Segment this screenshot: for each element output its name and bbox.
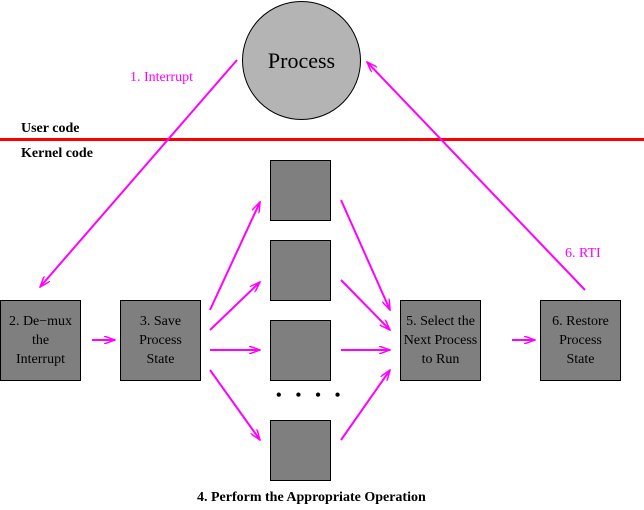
arrows-layer: [0, 59, 586, 510]
arrow-save-op4: [209, 369, 260, 440]
arrow-save-op1: [209, 202, 260, 311]
arrow-op4-select: [340, 370, 390, 441]
arrow-rti: [367, 62, 586, 291]
arrow-op2-select: [340, 279, 390, 330]
arrow-op1-select: [340, 199, 391, 310]
arrow-save-op2: [209, 282, 260, 331]
arrow-interrupt: [40, 59, 238, 287]
